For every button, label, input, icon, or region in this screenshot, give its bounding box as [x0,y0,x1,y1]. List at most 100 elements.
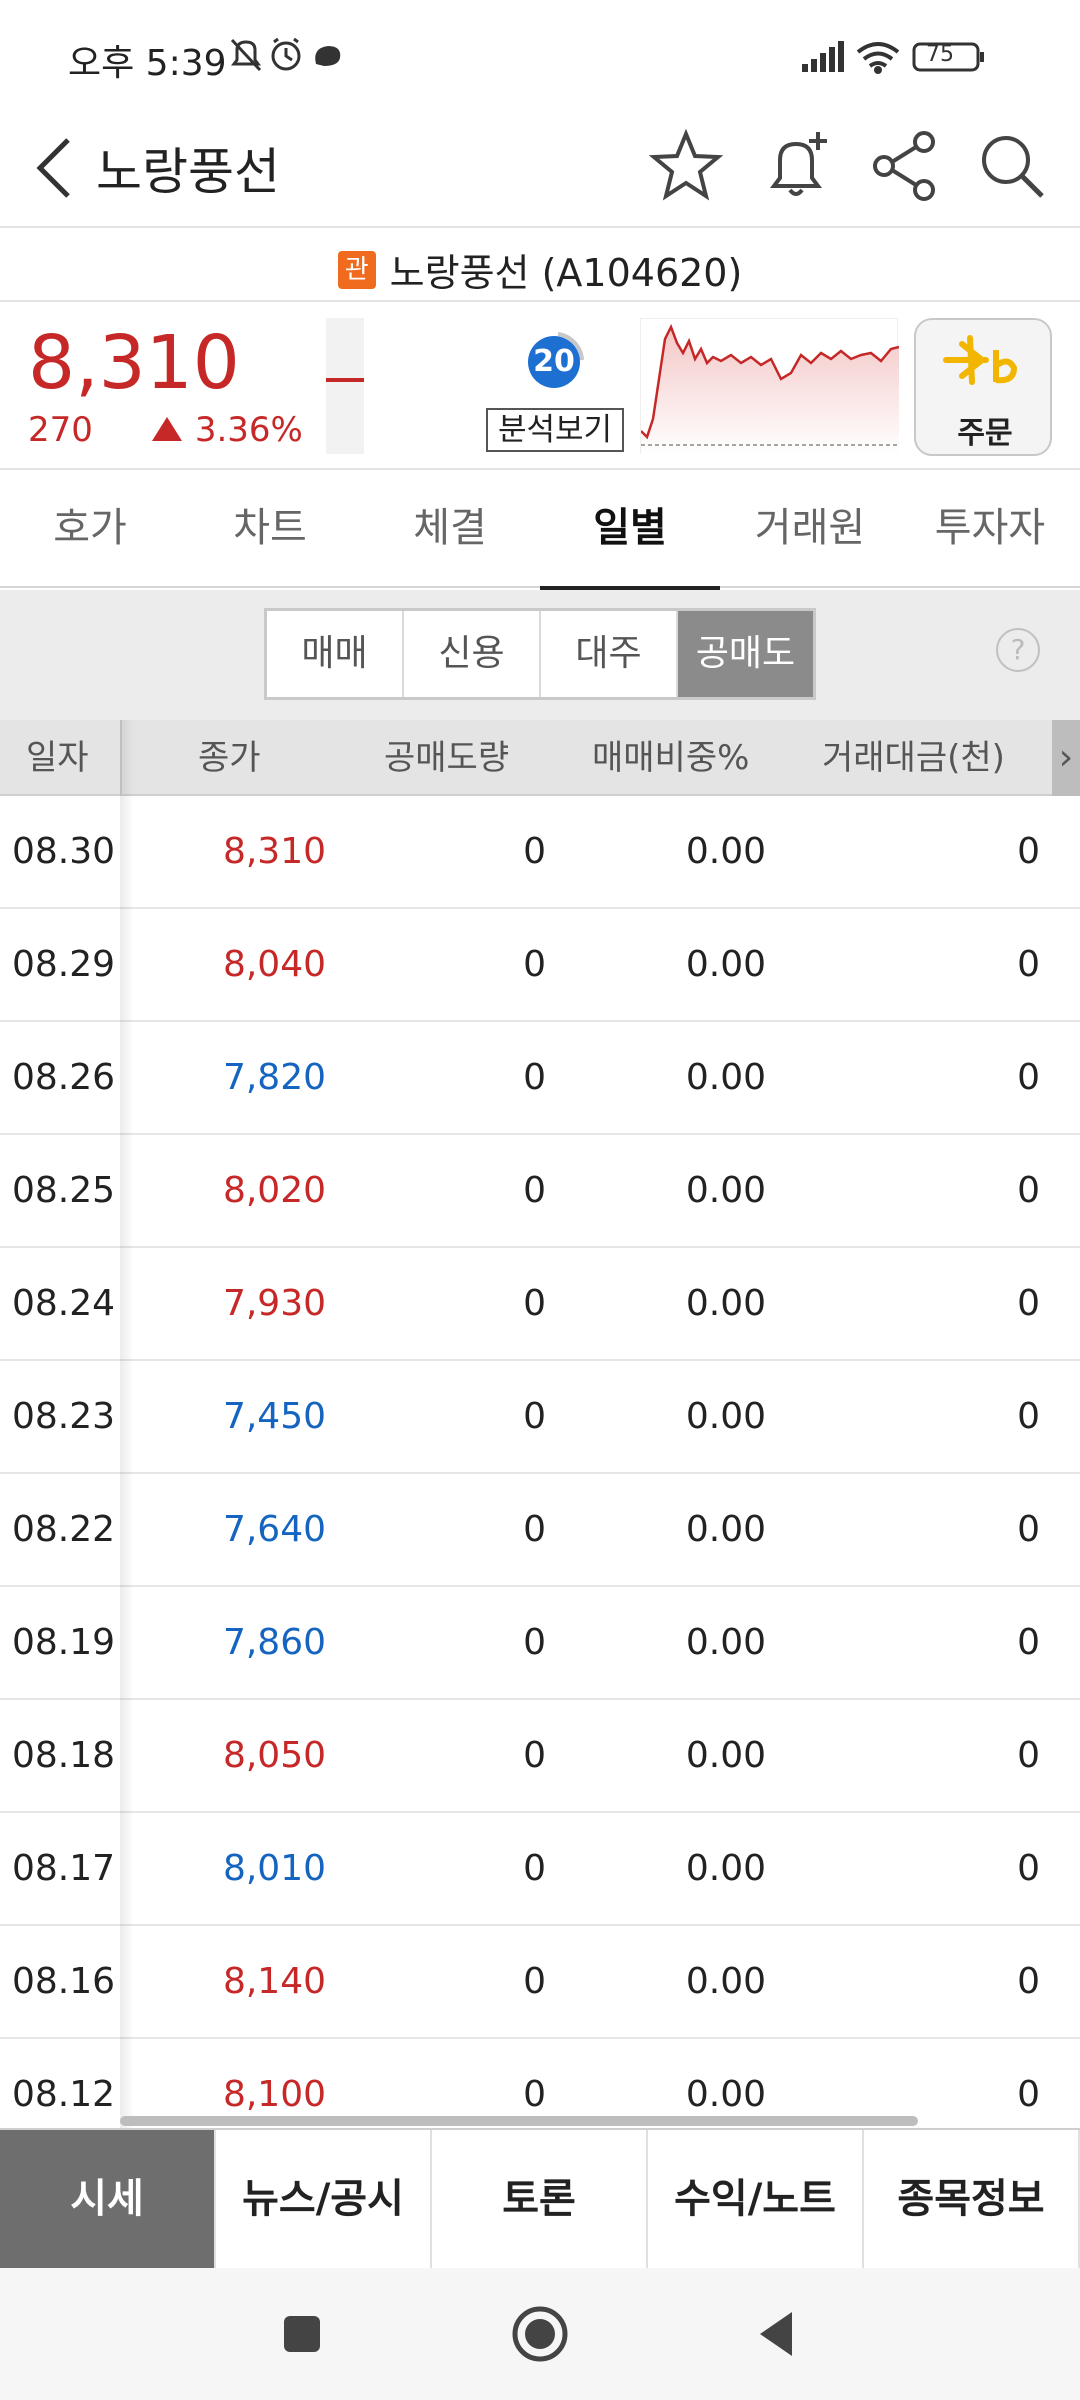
table-row[interactable]: 08.24 7,930 0 0.00 0 [0,1248,1080,1361]
signal-icon [802,41,844,72]
frozen-column-shadow [120,720,134,2128]
battery-level: 75 [926,42,954,67]
row-short-volume: 0 [523,1848,546,1889]
tab-chart[interactable]: 차트 [180,470,360,588]
wifi-icon [856,42,900,74]
horizontal-scrollbar[interactable] [120,2116,918,2126]
tab-brokers[interactable]: 거래원 [720,470,900,588]
table-header: 일자 종가 공매도량 매매비중% 거래대금(천) › [0,720,1080,796]
table-row[interactable]: 08.25 8,020 0 0.00 0 [0,1135,1080,1248]
segment-loan[interactable]: 대주 [541,611,678,697]
kb-logo-icon [943,335,1018,385]
table-row[interactable]: 08.16 8,140 0 0.00 0 [0,1926,1080,2039]
table-row[interactable]: 08.30 8,310 0 0.00 0 [0,796,1080,909]
scroll-right-icon[interactable]: › [1052,720,1080,796]
row-date: 08.22 [12,1509,116,1550]
segment-trade[interactable]: 매매 [267,611,404,697]
row-trade-ratio: 0.00 [685,1509,766,1550]
watch-badge: 관 [337,250,376,289]
table-row[interactable]: 08.26 7,820 0 0.00 0 [0,1022,1080,1135]
nav-back-button[interactable] [748,2304,808,2364]
table-row[interactable]: 08.19 7,860 0 0.00 0 [0,1587,1080,1700]
table-row[interactable]: 08.22 7,640 0 0.00 0 [0,1474,1080,1587]
table-row[interactable]: 08.29 8,040 0 0.00 0 [0,909,1080,1022]
home-button[interactable] [510,2304,570,2364]
col-trade-ratio: 매매비중% [592,738,750,778]
row-close: 8,050 [222,1735,326,1776]
row-short-volume: 0 [523,1622,546,1663]
row-trade-ratio: 0.00 [685,1283,766,1324]
row-date: 08.17 [12,1848,116,1889]
add-alert-button[interactable] [760,126,840,206]
table-row[interactable]: 08.12 8,100 0 0.00 0 [0,2039,1080,2128]
status-icons-left [228,36,368,80]
table-row[interactable]: 08.23 7,450 0 0.00 0 [0,1361,1080,1474]
row-trade-ratio: 0.00 [685,1057,766,1098]
table-row[interactable]: 08.18 8,050 0 0.00 0 [0,1700,1080,1813]
row-close: 7,450 [222,1396,326,1437]
intraday-sparkline[interactable] [640,318,900,455]
segment-area: 매매 신용 대주 공매도 ? [0,590,1080,720]
home-icon [512,2306,568,2362]
status-icons-right: 75 [802,40,1002,78]
bottom-tab-stock-info[interactable]: 종목정보 [864,2130,1080,2268]
tab-hoga[interactable]: 호가 [0,470,180,588]
recents-button[interactable] [272,2304,332,2364]
star-icon [648,128,724,201]
row-trade-ratio: 0.00 [685,1170,766,1211]
row-date: 08.16 [12,1961,116,2002]
row-close: 8,040 [222,944,326,985]
analysis-score: 20 [528,336,580,388]
app-header: 노랑풍선 [0,110,1080,228]
search-button[interactable] [972,126,1052,206]
tab-investors[interactable]: 투자자 [900,470,1080,588]
order-label: 주문 [957,416,1013,451]
bottom-tab-quotes[interactable]: 시세 [0,2130,216,2268]
row-trade-amount: 0 [1017,1396,1040,1437]
row-trade-ratio: 0.00 [685,831,766,872]
segment-short-selling[interactable]: 공매도 [678,611,813,697]
row-date: 08.12 [12,2074,116,2115]
bottom-tab-profit-notes[interactable]: 수익/노트 [648,2130,864,2268]
row-date: 08.24 [12,1283,116,1324]
sparkline-chart [640,323,900,455]
col-close: 종가 [198,738,261,778]
row-close: 8,100 [222,2074,326,2115]
row-trade-amount: 0 [1017,1622,1040,1663]
row-date: 08.29 [12,944,116,985]
up-triangle-icon [152,417,182,441]
bottom-tab-bar: 시세 뉴스/공시 토론 수익/노트 종목정보 [0,2128,1080,2268]
help-icon[interactable]: ? [996,628,1040,672]
status-bar: 오후 5:39 75 [0,0,1080,110]
favorite-button[interactable] [646,126,726,206]
system-nav-bar [0,2268,1080,2400]
tab-trades[interactable]: 체결 [360,470,540,588]
segment-credit[interactable]: 신용 [404,611,541,697]
row-trade-ratio: 0.00 [685,944,766,985]
row-short-volume: 0 [523,831,546,872]
row-trade-ratio: 0.00 [685,1622,766,1663]
row-trade-amount: 0 [1017,1057,1040,1098]
row-short-volume: 0 [523,1735,546,1776]
col-short-volume: 공매도량 [384,738,510,778]
row-short-volume: 0 [523,944,546,985]
row-trade-amount: 0 [1017,1848,1040,1889]
bottom-tab-news[interactable]: 뉴스/공시 [216,2130,432,2268]
table-body[interactable]: 08.30 8,310 0 0.00 0 08.29 8,040 0 0.00 … [0,796,1080,2128]
share-button[interactable] [866,126,946,206]
back-icon [36,138,70,198]
order-button[interactable]: 주문 [914,318,1052,456]
row-trade-ratio: 0.00 [685,1848,766,1889]
analysis-button[interactable]: 분석보기 [486,408,624,452]
bottom-tab-discussion[interactable]: 토론 [432,2130,648,2268]
tab-daily[interactable]: 일별 [540,470,720,590]
search-icon [982,136,1044,198]
row-date: 08.30 [12,831,116,872]
share-icon [873,131,935,201]
row-trade-amount: 0 [1017,831,1040,872]
back-button[interactable] [28,128,88,208]
status-time: 오후 5:39 [68,43,227,84]
table-row[interactable]: 08.17 8,010 0 0.00 0 [0,1813,1080,1926]
stock-name-code: 노랑풍선 (A104620) [389,251,743,295]
row-short-volume: 0 [523,1170,546,1211]
